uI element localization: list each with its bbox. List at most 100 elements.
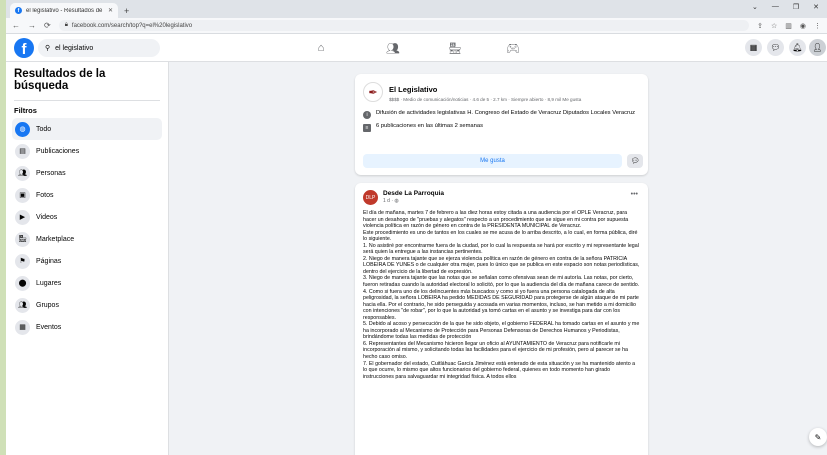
forward-icon[interactable]: → (28, 21, 36, 30)
notifications-icon[interactable]: 🔔︎ (789, 39, 806, 56)
sidebar-item-paginas[interactable]: ⚑ Páginas (12, 250, 162, 272)
messenger-icon[interactable]: 💬︎ (767, 39, 784, 56)
search-icon: ⚲ (45, 45, 51, 52)
browser-window: f el legislativo - Resultados de bú ✕ + … (0, 0, 827, 455)
sidebar-item-label: Marketplace (36, 235, 75, 243)
info-icon: i (363, 111, 371, 119)
sidebar-item-grupos[interactable]: 👥︎ Grupos (12, 294, 162, 316)
address-bar-row: ← → ⟳ 🔒︎ facebook.com/search/top?q=el%20… (6, 18, 827, 34)
sidebar-item-label: Páginas (36, 257, 62, 265)
sidebar-item-lugares[interactable]: ⬤ Lugares (12, 272, 162, 294)
sidebar-item-label: Videos (36, 213, 58, 221)
maximize-icon[interactable]: ❐ (793, 3, 799, 11)
post-paragraph: 2. Niego de manera tajante que se ejerza… (363, 255, 640, 275)
share-icon[interactable]: ⇪ (757, 22, 763, 30)
sidebar-item-eventos[interactable]: ▦ Eventos (12, 316, 162, 338)
browser-actions: ⇪ ☆ ▥ ◉ ⋮ (757, 22, 821, 30)
sidebar-item-label: Personas (36, 169, 66, 177)
sidebar-item-label: Publicaciones (36, 147, 80, 155)
video-icon: ▶ (15, 209, 30, 225)
page-avatar[interactable]: ✒ (363, 82, 383, 102)
back-icon[interactable]: ← (12, 21, 20, 30)
flag-icon: ⚑ (15, 253, 30, 269)
gaming-icon[interactable]: 🎮︎ (506, 41, 520, 55)
post-author[interactable]: Desde La Parroquia (383, 190, 444, 197)
marketplace-nav-icon[interactable]: 🏪︎ (448, 41, 462, 55)
sidepanel-icon[interactable]: ▥ (785, 22, 792, 30)
photo-icon: ▣ (15, 187, 30, 203)
sidebar-divider (14, 100, 160, 101)
minimize-icon[interactable]: — (772, 3, 779, 11)
post-paragraph: 3. Niego de manera tajante que las notas… (363, 275, 640, 289)
page-header: ✒ El Legislativo $$$$ · Medio de comunic… (363, 82, 640, 102)
people-icon: 👥︎ (15, 165, 30, 181)
sidebar-item-marketplace[interactable]: 🏪︎ Marketplace (12, 228, 162, 250)
tab-close-icon[interactable]: ✕ (108, 7, 113, 14)
post-paragraph: 6. Representantes del Mecanismo hicieron… (363, 340, 628, 361)
tab-title: el legislativo - Resultados de bú (26, 7, 104, 14)
messenger-button[interactable]: 💬︎ (627, 154, 643, 168)
url-bar[interactable]: 🔒︎ facebook.com/search/top?q=el%20legisl… (58, 20, 750, 31)
new-tab-button[interactable]: + (124, 6, 129, 16)
filters-label: Filtros (14, 106, 37, 115)
page-result-card: ✒ El Legislativo $$$$ · Medio de comunic… (355, 74, 648, 175)
pin-icon: ⬤ (15, 275, 30, 291)
sidebar-item-label: Eventos (36, 323, 62, 331)
tab-strip: f el legislativo - Resultados de bú ✕ + (6, 0, 827, 18)
lock-icon: 🔒︎ (64, 22, 68, 28)
post-paragraph: El día de mañana, martes 7 de febrero a … (363, 210, 629, 230)
groups-icon: 👥︎ (15, 297, 30, 313)
menu-grid-icon[interactable]: ▦ (745, 39, 762, 56)
url-text: facebook.com/search/top?q=el%20legislati… (71, 22, 193, 29)
post-time[interactable]: 1 d · ◍ (383, 198, 444, 204)
page-actions: Me gusta 💬︎ (363, 154, 643, 168)
like-page-button[interactable]: Me gusta (363, 154, 622, 168)
sidebar-item-fotos[interactable]: ▣ Fotos (12, 184, 162, 206)
post-options-icon[interactable]: ••• (631, 191, 638, 198)
sidebar-item-label: Todo (36, 125, 52, 133)
avatar[interactable]: 👤︎ (809, 39, 826, 56)
window-controls: ⌄ — ❐ ✕ (752, 3, 819, 11)
posts-count-icon: ≡ (363, 124, 371, 132)
page-description: Difusión de actividades legislativas H. … (376, 110, 636, 116)
facebook-favicon-icon: f (15, 7, 22, 14)
post-paragraph: 5. Debido al acoso y persecución de la q… (363, 321, 640, 341)
home-icon[interactable]: ⌂ (314, 41, 328, 55)
post-header: DLP Desde La Parroquia 1 d · ◍ ••• (363, 190, 640, 205)
post-paragraph: Este procedimiento es uno de tantos en l… (363, 229, 638, 243)
search-input[interactable]: ⚲ el legislativo (38, 39, 160, 57)
page-description-row: i Difusión de actividades legislativas H… (363, 110, 640, 119)
sidebar-item-todo[interactable]: ◍ Todo (12, 118, 162, 140)
menu-kebab-icon[interactable]: ⋮ (814, 22, 821, 30)
post-body: El día de mañana, martes 7 de febrero a … (363, 210, 640, 380)
friends-icon[interactable]: 👥︎ (386, 41, 400, 55)
sidebar-item-label: Grupos (36, 301, 59, 309)
close-window-icon[interactable]: ✕ (813, 3, 819, 11)
profile-icon[interactable]: ◉ (800, 22, 806, 30)
calendar-icon: ▦ (15, 319, 30, 335)
sidebar-item-videos[interactable]: ▶ Videos (12, 206, 162, 228)
sidebar-item-label: Fotos (36, 191, 54, 199)
sidebar-item-publicaciones[interactable]: ▤ Publicaciones (12, 140, 162, 162)
post-author-avatar[interactable]: DLP (363, 190, 378, 205)
browser-tab[interactable]: f el legislativo - Resultados de bú ✕ (10, 3, 118, 18)
bookmark-star-icon[interactable]: ☆ (771, 22, 777, 30)
page-posts-info: 6 publicaciones en las últimas 2 semanas (376, 123, 483, 129)
page-name[interactable]: El Legislativo (389, 85, 581, 94)
page-meta: $$$$ · Medio de comunicación/noticias · … (389, 97, 582, 102)
globe-icon: ◍ (15, 121, 30, 137)
reload-icon[interactable]: ⟳ (44, 21, 51, 30)
post-paragraph: 7. El gobernador del estado, Cuitláhuac … (363, 360, 636, 380)
posts-icon: ▤ (15, 143, 30, 159)
sidebar-item-label: Lugares (36, 279, 62, 287)
facebook-logo-icon[interactable]: f (14, 38, 34, 58)
sidebar-item-personas[interactable]: 👥︎ Personas (12, 162, 162, 184)
facebook-topbar: f ⚲ el legislativo ⌂ 👥︎ 🏪︎ 🎮︎ ▦ 💬︎ 🔔︎ 👤︎ (6, 34, 827, 62)
sidebar-title: Resultados de la búsqueda (14, 68, 106, 92)
search-sidebar: Resultados de la búsqueda Filtros ◍ Todo… (6, 62, 169, 455)
post-paragraph: 4. Como si fuera uno de los delincuentes… (363, 288, 639, 321)
new-message-button[interactable]: ✎ (809, 428, 827, 446)
tab-search-icon[interactable]: ⌄ (752, 3, 758, 11)
post-paragraph: 1. No asistiré por encontrarme fuera de … (363, 242, 639, 256)
page-posts-row: ≡ 6 publicaciones en las últimas 2 seman… (363, 123, 640, 132)
